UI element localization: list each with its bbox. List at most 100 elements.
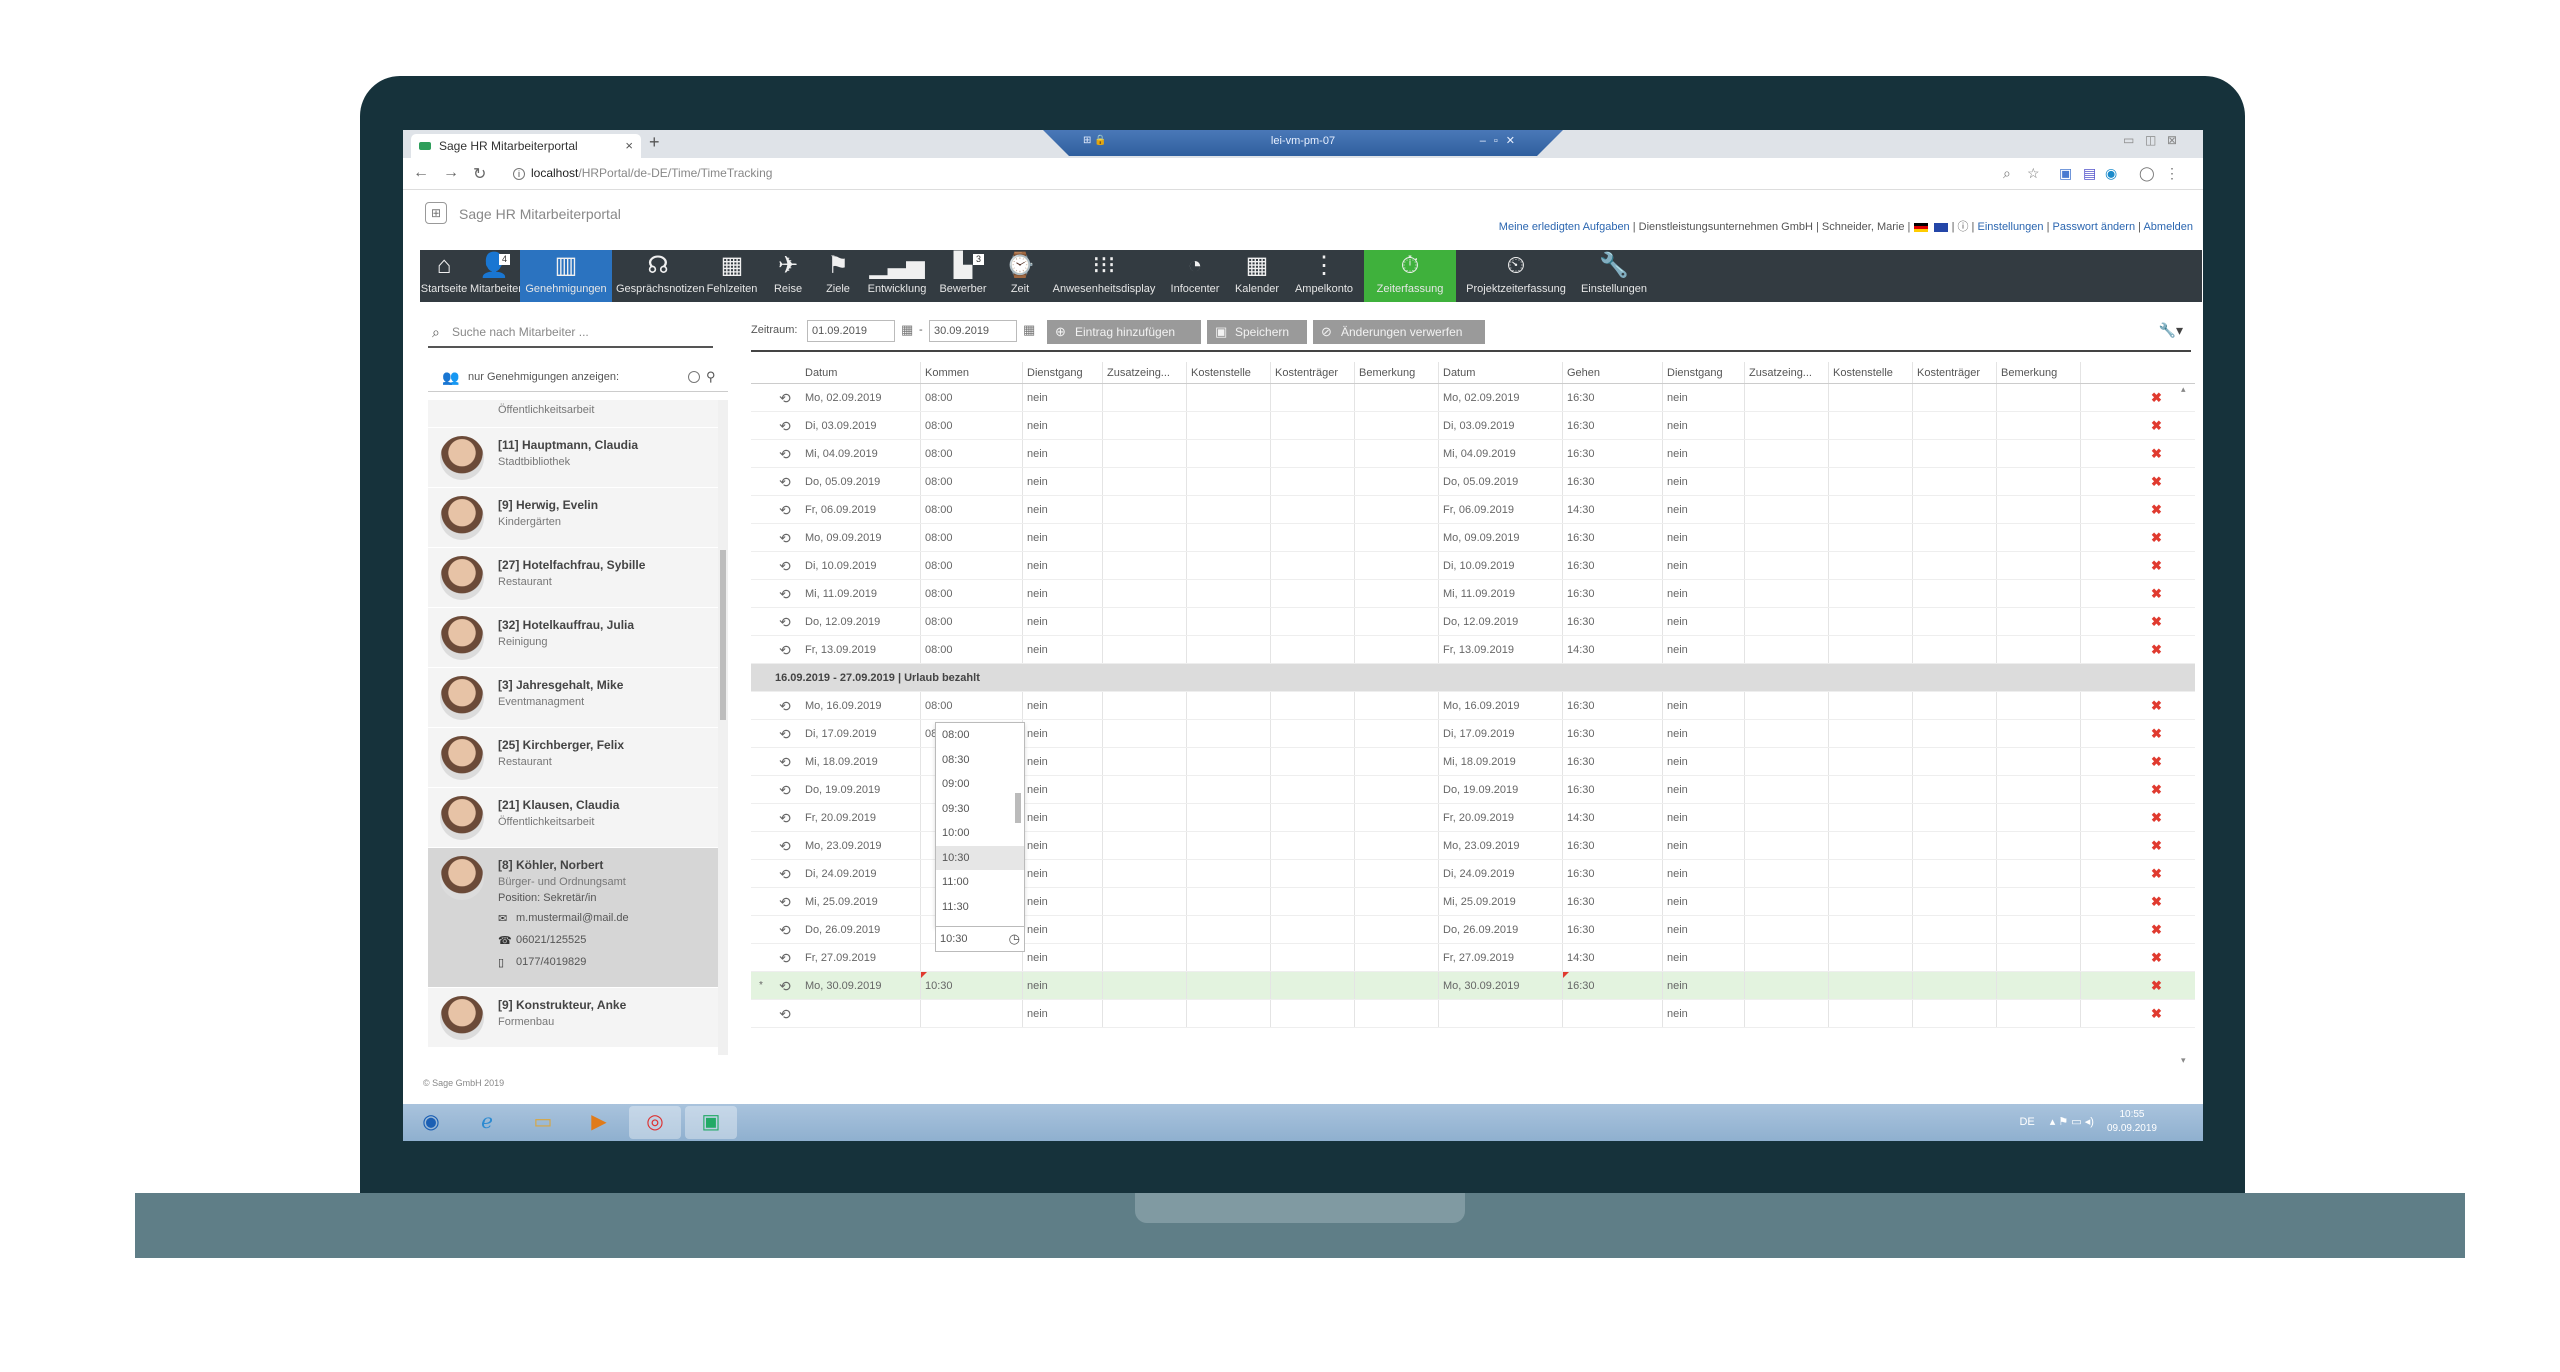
delete-icon[interactable]: ✖: [2151, 692, 2162, 720]
maximize-icon[interactable]: ◫: [2145, 133, 2156, 147]
column-header[interactable]: Bemerkung: [1355, 362, 1439, 383]
extension-icon[interactable]: ▣: [2059, 165, 2072, 182]
table-cell[interactable]: [1829, 580, 1913, 607]
column-header[interactable]: Kostenträger: [1913, 362, 1997, 383]
pin-icon[interactable]: ⊞ 🔒: [1083, 130, 1107, 152]
table-cell[interactable]: [1997, 720, 2081, 747]
table-cell[interactable]: [1103, 496, 1187, 523]
scroll-thumb[interactable]: [1015, 793, 1021, 823]
delete-icon[interactable]: ✖: [2151, 412, 2162, 440]
table-cell[interactable]: [1271, 608, 1355, 635]
cell-dg[interactable]: nein: [1023, 748, 1103, 775]
table-cell[interactable]: [1745, 972, 1829, 999]
cell-dg[interactable]: nein: [1023, 552, 1103, 579]
discard-changes-button[interactable]: ⊘ Änderungen verwerfen: [1313, 320, 1485, 344]
table-cell[interactable]: [1355, 384, 1439, 411]
selected-employee[interactable]: [8] Köhler, Norbert Bürger- und Ordnungs…: [428, 848, 718, 988]
table-cell[interactable]: [1187, 776, 1271, 803]
table-cell[interactable]: [1997, 692, 2081, 719]
date-from-field[interactable]: 01.09.2019: [807, 320, 895, 342]
table-cell[interactable]: [1103, 720, 1187, 747]
table-cell[interactable]: [1913, 552, 1997, 579]
grid-scrollbar[interactable]: ▴ ▾: [2181, 384, 2191, 1066]
delete-icon[interactable]: ✖: [2151, 720, 2162, 748]
time-option[interactable]: 11:00: [936, 870, 1024, 895]
cell-out[interactable]: 16:30: [1563, 832, 1663, 859]
language-indicator[interactable]: DE: [2019, 1116, 2034, 1128]
cell-out[interactable]: 14:30: [1563, 496, 1663, 523]
extension-icon-3[interactable]: ◉: [2105, 165, 2117, 182]
table-cell[interactable]: [1271, 580, 1355, 607]
cell-dg[interactable]: nein: [1023, 1000, 1103, 1027]
toolbar-einstellungen[interactable]: 🔧 Einstellungen: [1576, 250, 1652, 302]
cell-date[interactable]: Mo, 23.09.2019: [801, 832, 921, 859]
cell-dg2[interactable]: nein: [1663, 972, 1745, 999]
cell-out[interactable]: 16:30: [1563, 860, 1663, 887]
cell-out[interactable]: 16:30: [1563, 468, 1663, 495]
toolbar-zeit[interactable]: ⌚ Zeit: [996, 250, 1044, 302]
table-cell[interactable]: [1103, 468, 1187, 495]
pin-icon[interactable]: ⚲: [706, 362, 716, 392]
table-cell[interactable]: [1103, 748, 1187, 775]
table-cell[interactable]: [1187, 524, 1271, 551]
history-icon[interactable]: ⟲: [779, 804, 791, 832]
cell-date[interactable]: Mo, 09.09.2019: [801, 524, 921, 551]
table-cell[interactable]: [1829, 496, 1913, 523]
browser-tab[interactable]: Sage HR Mitarbeiterportal ×: [411, 134, 641, 158]
table-cell[interactable]: [1103, 384, 1187, 411]
cell-out[interactable]: 16:30: [1563, 440, 1663, 467]
cell-dg[interactable]: nein: [1023, 468, 1103, 495]
cell-out[interactable]: 16:30: [1563, 916, 1663, 943]
cell-date[interactable]: Di, 17.09.2019: [801, 720, 921, 747]
delete-icon[interactable]: ✖: [2151, 748, 2162, 776]
table-row[interactable]: ⟲ Fr, 13.09.2019 08:00 nein Fr, 13.09.2019 14…: [751, 636, 2195, 664]
cell-in[interactable]: 08:00: [921, 636, 1023, 663]
delete-icon[interactable]: ✖: [2151, 384, 2162, 412]
table-row[interactable]: ⟲ Di, 03.09.2019 08:00 nein Di, 03.09.2019 16…: [751, 412, 2195, 440]
cell-out[interactable]: 16:30: [1563, 720, 1663, 747]
table-cell[interactable]: [1355, 524, 1439, 551]
table-cell[interactable]: [1271, 916, 1355, 943]
cell-dg2[interactable]: nein: [1663, 552, 1745, 579]
table-cell[interactable]: [1829, 720, 1913, 747]
table-cell[interactable]: [1997, 608, 2081, 635]
cell-date2[interactable]: Do, 12.09.2019: [1439, 608, 1563, 635]
table-cell[interactable]: [1187, 496, 1271, 523]
cell-out[interactable]: 16:30: [1563, 972, 1663, 999]
column-header[interactable]: Zusatzeing...: [1745, 362, 1829, 383]
cell-dg[interactable]: nein: [1023, 860, 1103, 887]
change-password-link[interactable]: Passwort ändern: [2053, 221, 2136, 233]
table-cell[interactable]: [1271, 1000, 1355, 1027]
table-cell[interactable]: [1913, 524, 1997, 551]
cell-date[interactable]: Mi, 04.09.2019: [801, 440, 921, 467]
delete-icon[interactable]: ✖: [2151, 888, 2162, 916]
table-row[interactable]: ⟲ Di, 10.09.2019 08:00 nein Di, 10.09.2019 16…: [751, 552, 2195, 580]
table-cell[interactable]: [1997, 972, 2081, 999]
cell-date[interactable]: Mo, 30.09.2019: [801, 972, 921, 999]
cell-date[interactable]: Fr, 27.09.2019: [801, 944, 921, 971]
list-item[interactable]: [27] Hotelfachfrau, Sybille Restaurant: [428, 548, 718, 608]
cell-dg2[interactable]: nein: [1663, 412, 1745, 439]
cell-date[interactable]: Di, 03.09.2019: [801, 412, 921, 439]
table-cell[interactable]: [1355, 748, 1439, 775]
toolbar-ziele[interactable]: ⚑ Ziele: [816, 250, 860, 302]
table-cell[interactable]: [1745, 636, 1829, 663]
delete-icon[interactable]: ✖: [2151, 860, 2162, 888]
delete-icon[interactable]: ✖: [2151, 636, 2162, 664]
table-cell[interactable]: [1103, 972, 1187, 999]
column-header[interactable]: Kostenträger: [1271, 362, 1355, 383]
cell-dg[interactable]: nein: [1023, 720, 1103, 747]
table-cell[interactable]: [1103, 636, 1187, 663]
cell-date[interactable]: Mi, 25.09.2019: [801, 888, 921, 915]
toolbar-startseite[interactable]: ⌂ Startseite: [420, 250, 468, 302]
minimize-icon[interactable]: ▭: [2123, 133, 2134, 147]
cell-date[interactable]: Fr, 13.09.2019: [801, 636, 921, 663]
toolbar-reise[interactable]: ✈ Reise: [764, 250, 812, 302]
table-cell[interactable]: [1829, 608, 1913, 635]
table-cell[interactable]: [1271, 496, 1355, 523]
time-option[interactable]: 10:30: [936, 845, 1024, 870]
info-icon[interactable]: i: [513, 168, 525, 180]
table-cell[interactable]: [1829, 776, 1913, 803]
cell-date[interactable]: Mo, 02.09.2019: [801, 384, 921, 411]
flag-en-icon[interactable]: [1933, 222, 1948, 232]
